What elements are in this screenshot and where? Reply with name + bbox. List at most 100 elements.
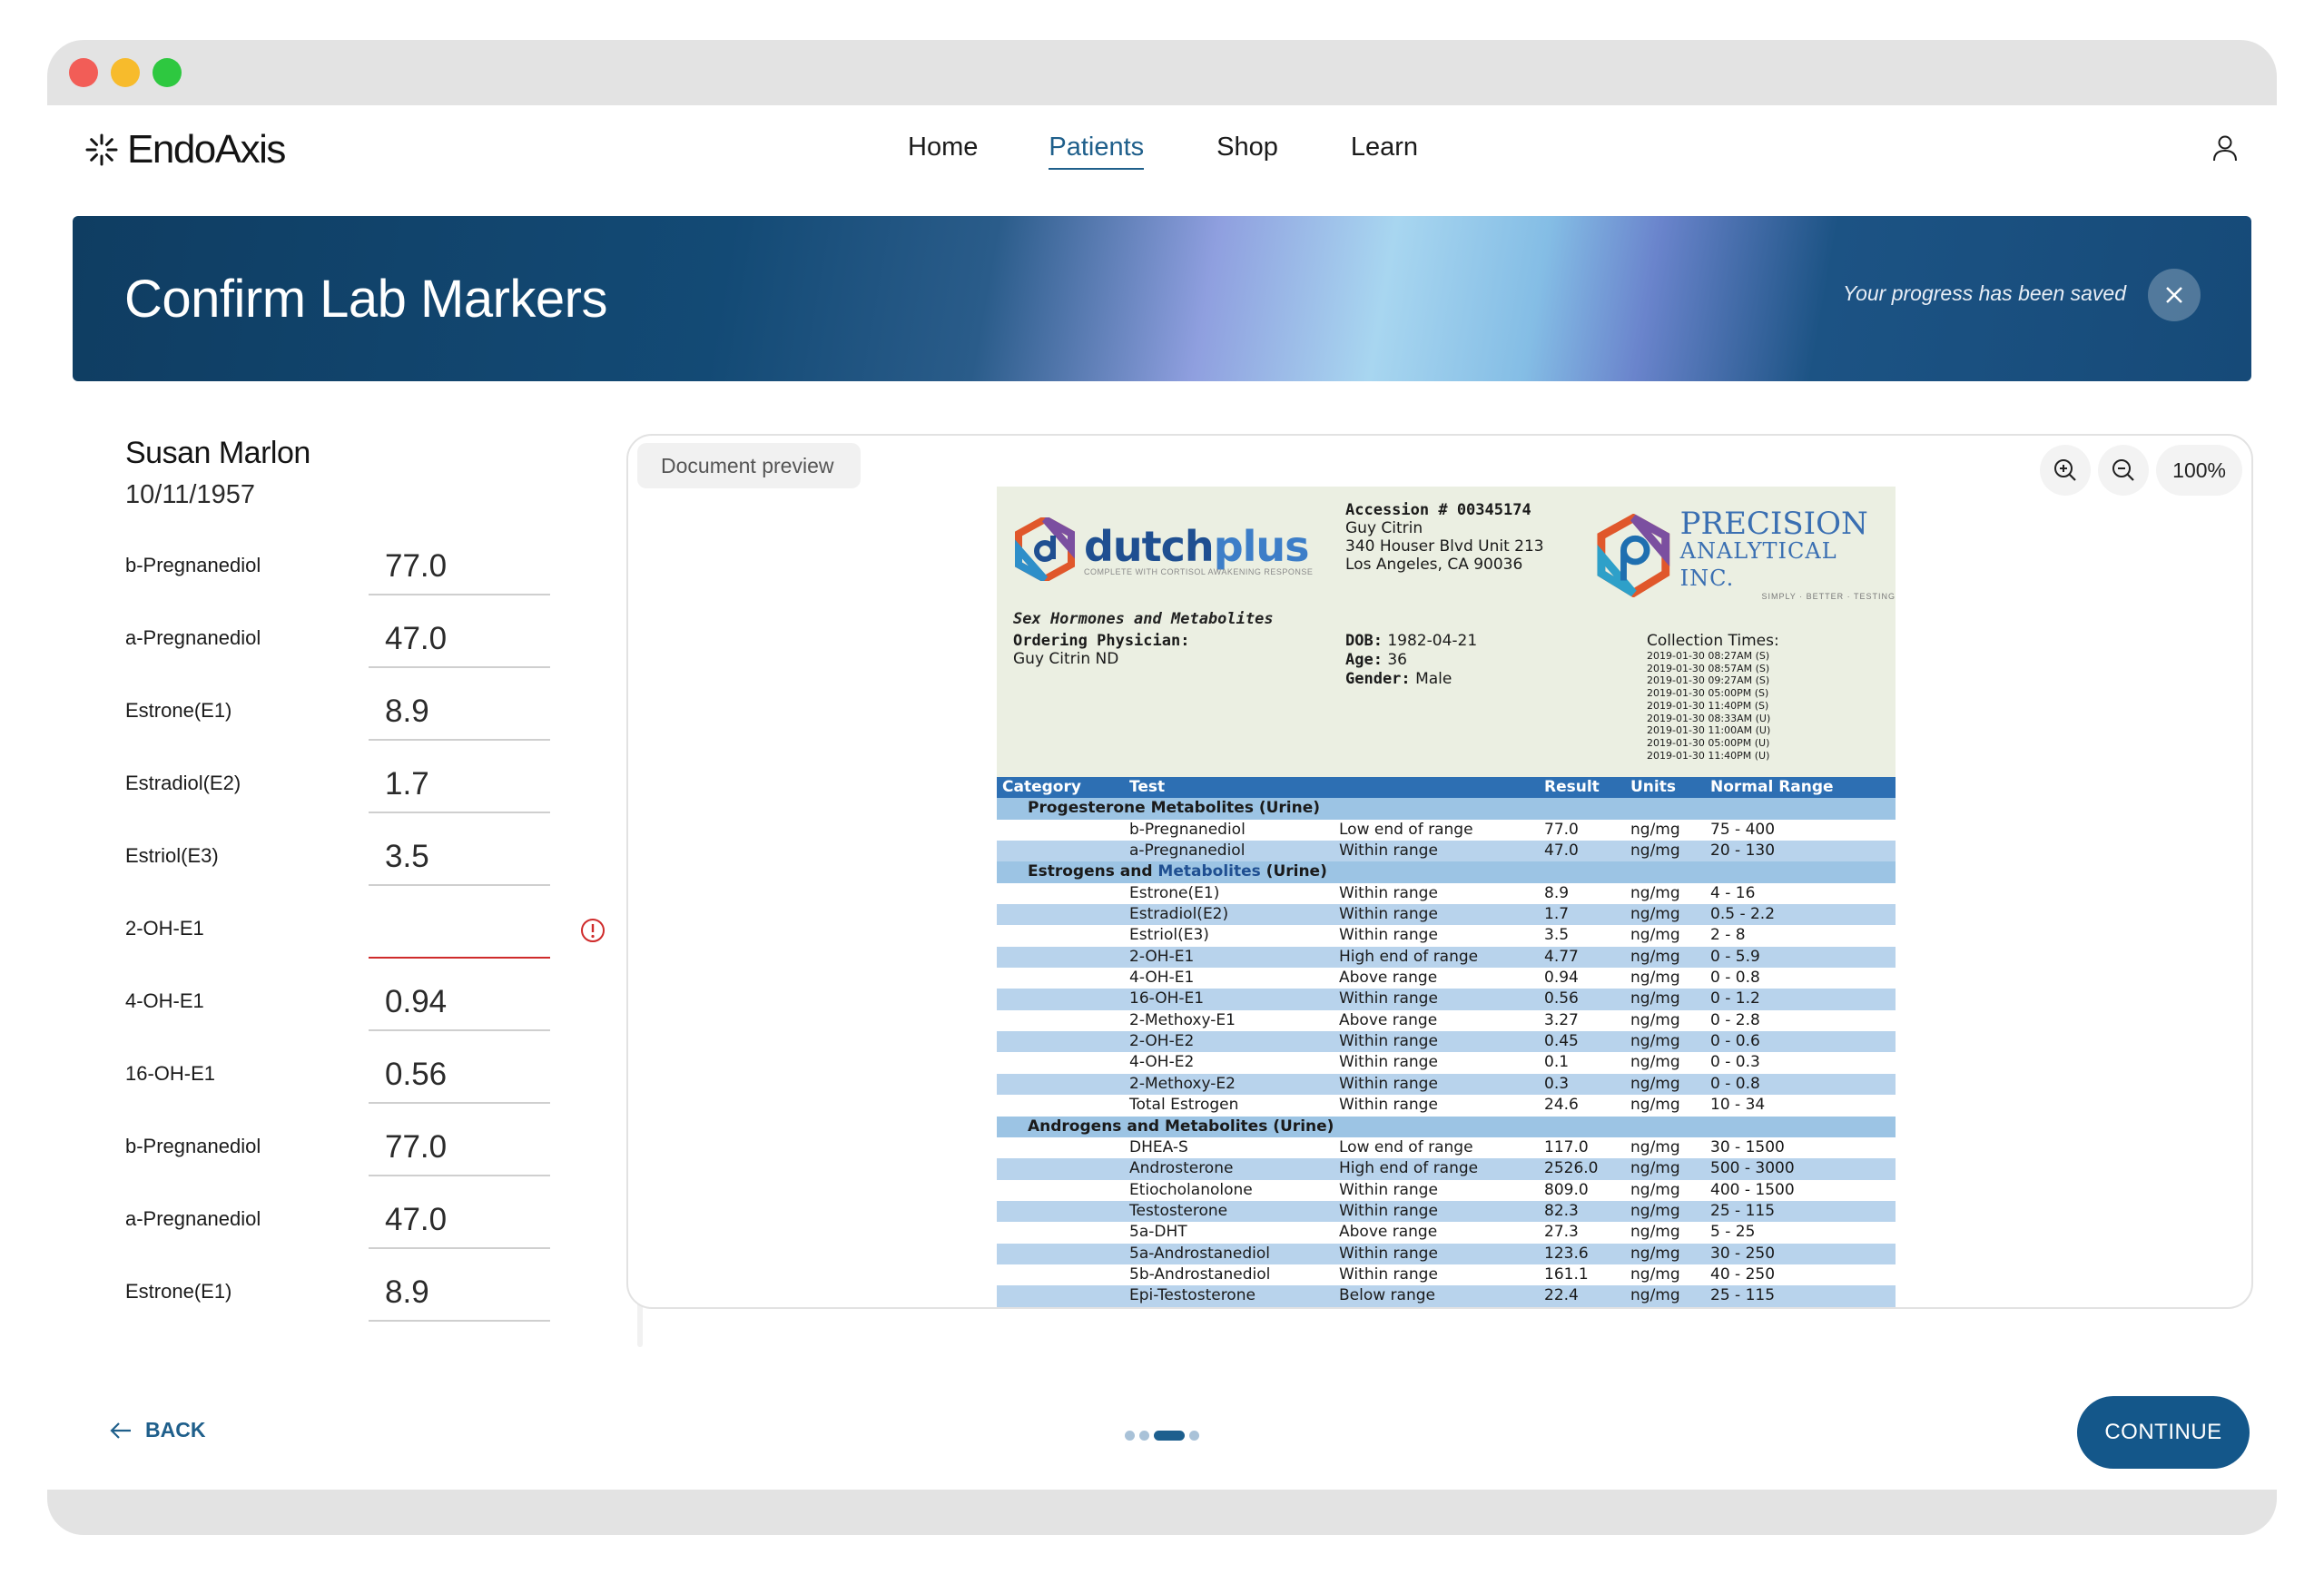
marker-value-input[interactable] [369, 822, 550, 886]
normal-range: 0 - 1.2 [1710, 989, 1760, 1008]
col-test: Test [1129, 778, 1166, 796]
marker-value-input[interactable] [369, 968, 550, 1031]
table-row: 2-OH-E1 High end of range 4.77 ng/mg 0 - 5.9 [997, 946, 1896, 969]
age-label: Age: [1345, 651, 1383, 669]
normal-range: 10 - 34 [1710, 1096, 1766, 1115]
progress-saved-message: Your progress has been saved [1843, 281, 2126, 305]
collection-times: Collection Times: 2019-01-30 08:27AM (S)… [1647, 632, 1779, 762]
result-unit: ng/mg [1630, 1180, 1680, 1199]
test-name: b-Pregnanediol [1129, 820, 1246, 839]
normal-range: 500 - 3000 [1710, 1159, 1795, 1178]
dismiss-banner-button[interactable] [2148, 269, 2201, 321]
back-button[interactable]: BACK [109, 1418, 205, 1442]
result-value: 0.94 [1544, 969, 1579, 988]
result-unit: ng/mg [1630, 989, 1680, 1008]
collection-time: 2019-01-30 08:33AM (U) [1647, 712, 1771, 724]
marker-row: 4-OH-E1 [125, 968, 634, 1040]
table-row: Estrone(E1) Within range 8.9 ng/mg 4 - 16 [997, 883, 1896, 904]
table-row: 2-Methoxy-E1 Above range 3.27 ng/mg 0 - 2.8 [997, 1010, 1896, 1031]
result-unit: ng/mg [1630, 1032, 1680, 1051]
patient-dob: 10/11/1957 [125, 480, 255, 509]
table-row: Epi-Testosterone Below range 22.4 ng/mg 25 -… [997, 1285, 1896, 1307]
category-name-part: (Urine) [1260, 862, 1327, 881]
table-row: 2-OH-E2 Within range 0.45 ng/mg 0 - 0.6 [997, 1031, 1896, 1053]
zoom-in-button[interactable] [2040, 445, 2092, 496]
continue-button[interactable]: CONTINUE [2077, 1396, 2250, 1469]
nav-home[interactable]: Home [908, 133, 978, 170]
brand-name: EndoAxis [127, 127, 286, 172]
results-table-header: Category Test Result Units Normal Range [997, 777, 1896, 799]
maximize-window-dot[interactable] [153, 58, 182, 87]
col-units: Units [1630, 778, 1676, 796]
category-name: Androgens and Metabolites (Urine) [1028, 1117, 1334, 1137]
result-status: Above range [1339, 969, 1438, 988]
error-alert-icon [581, 919, 605, 942]
dutch-plus-logo: dutchplus COMPLETE WITH CORTISOL AWAKENI… [1015, 517, 1313, 581]
collection-times-label: Collection Times: [1647, 632, 1779, 650]
step-dot-active [1154, 1431, 1185, 1441]
main-nav: Home Patients Shop Learn [908, 133, 1418, 170]
normal-range: 0 - 0.6 [1710, 1032, 1760, 1051]
result-unit: ng/mg [1630, 1264, 1680, 1284]
nav-learn[interactable]: Learn [1351, 133, 1418, 170]
normal-range: 400 - 1500 [1710, 1180, 1795, 1199]
result-value: 2526.0 [1544, 1159, 1599, 1178]
zoom-level[interactable]: 100% [2156, 445, 2242, 496]
marker-value-input[interactable] [369, 895, 550, 959]
marker-value-input[interactable] [369, 750, 550, 813]
dutch-tagline: COMPLETE WITH CORTISOL AWAKENING RESPONS… [1084, 567, 1314, 576]
endoaxis-logo-icon [85, 133, 118, 166]
close-window-dot[interactable] [69, 58, 98, 87]
marker-row: b-Pregnanediol [125, 532, 634, 605]
minimize-window-dot[interactable] [111, 58, 140, 87]
test-name: Testosterone [1129, 1201, 1228, 1220]
result-unit: ng/mg [1630, 1137, 1680, 1156]
test-name: Etiocholanolone [1129, 1180, 1253, 1199]
category-name-part: Estrogens and [1028, 862, 1158, 881]
physician-name: Guy Citrin ND [1013, 650, 1119, 668]
normal-range: 0 - 5.9 [1710, 947, 1760, 966]
collection-time: 2019-01-30 09:27AM (S) [1647, 674, 1770, 687]
test-name: 16-OH-E1 [1129, 989, 1205, 1008]
result-status: Within range [1339, 1074, 1438, 1093]
precision-text: PRECISION [1679, 506, 1868, 542]
result-value: 82.3 [1544, 1201, 1579, 1220]
marker-value-input[interactable] [369, 1113, 550, 1176]
result-value: 27.3 [1544, 1223, 1579, 1242]
result-value: 22.4 [1544, 1286, 1579, 1305]
collection-time: 2019-01-30 05:00PM (S) [1647, 687, 1769, 700]
brand-logo[interactable]: EndoAxis [84, 127, 286, 172]
step-indicator [1125, 1431, 1199, 1441]
result-status: Within range [1339, 1244, 1438, 1263]
test-name: 2-OH-E1 [1129, 947, 1195, 966]
user-account-icon[interactable] [2210, 133, 2240, 163]
result-value: 0.45 [1544, 1032, 1579, 1051]
marker-label: b-Pregnanediol [125, 1135, 261, 1157]
marker-value-input[interactable] [369, 1040, 550, 1104]
test-name: 5a-Androstanediol [1129, 1244, 1271, 1263]
marker-value-input[interactable] [369, 1186, 550, 1249]
marker-value-input[interactable] [369, 677, 550, 741]
nav-patients[interactable]: Patients [1049, 133, 1145, 170]
result-status: Within range [1339, 1032, 1438, 1051]
step-dot [1125, 1431, 1135, 1441]
test-name: Estrone(E1) [1129, 883, 1220, 902]
col-result: Result [1544, 778, 1600, 796]
marker-label: Estrone(E1) [125, 699, 232, 722]
result-value: 0.1 [1544, 1053, 1570, 1072]
result-status: Within range [1339, 1053, 1438, 1072]
zoom-out-button[interactable] [2098, 445, 2150, 496]
marker-label: a-Pregnanediol [125, 626, 261, 649]
marker-value-input[interactable] [369, 532, 550, 595]
close-icon [2166, 287, 2182, 303]
marker-row: Estriol(E3) [125, 822, 634, 895]
category-name-part: Androgens and Metabolites (Urine) [1028, 1117, 1334, 1136]
marker-value-input[interactable] [369, 605, 550, 668]
dutch-logo-icon [1015, 517, 1075, 581]
marker-label: 2-OH-E1 [125, 917, 204, 940]
step-dot [1189, 1431, 1199, 1441]
plus-text: plus [1213, 522, 1310, 571]
result-status: Above range [1339, 1010, 1438, 1029]
document-preview-tab[interactable]: Document preview [637, 443, 861, 488]
nav-shop[interactable]: Shop [1216, 133, 1278, 170]
